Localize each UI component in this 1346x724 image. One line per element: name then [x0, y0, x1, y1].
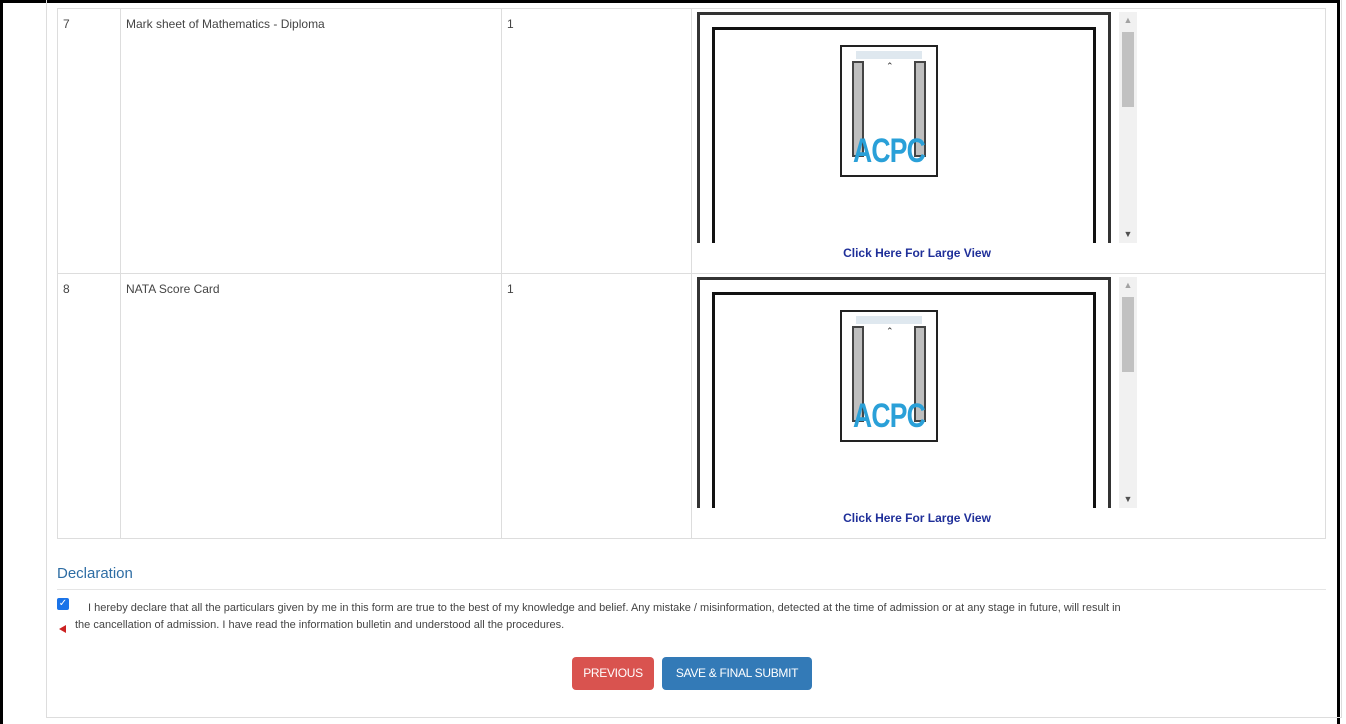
checkbox-checked-icon[interactable]: ✓ [57, 598, 69, 610]
declaration-text-line2: the cancellation of admission. I have re… [75, 619, 565, 631]
table-row: 7 Mark sheet of Mathematics - Diploma 1 … [57, 8, 1326, 274]
sr-no-cell: 8 [57, 273, 121, 539]
declaration-heading: Declaration [57, 565, 133, 582]
document-preview-frame[interactable]: ⌃ ACPC ▲ ▼ [697, 277, 1138, 508]
document-preview-frame[interactable]: ⌃ ACPC ▲ ▼ [697, 12, 1138, 243]
declaration-text-line1: I hereby declare that all the particular… [88, 602, 1121, 614]
preview-scrollbar[interactable]: ▲ ▼ [1119, 12, 1137, 243]
red-triangle-icon [59, 625, 66, 633]
large-view-link[interactable]: Click Here For Large View [692, 511, 1142, 525]
document-name-cell: Mark sheet of Mathematics - Diploma [120, 8, 502, 274]
document-count-cell: 1 [501, 8, 692, 274]
logo-text: ACPC [852, 132, 926, 170]
document-name-cell: NATA Score Card [120, 273, 502, 539]
logo-text: ACPC [852, 397, 926, 435]
declaration-text: I hereby declare that all the particular… [75, 600, 1328, 634]
preview-scrollbar[interactable]: ▲ ▼ [1119, 277, 1137, 508]
arrow-up-icon[interactable]: ▲ [1119, 12, 1137, 29]
acpc-logo: ⌃ ACPC [840, 310, 938, 442]
sr-no-cell: 7 [57, 8, 121, 274]
documents-table: 7 Mark sheet of Mathematics - Diploma 1 … [57, 8, 1326, 539]
save-final-submit-button[interactable]: SAVE & FINAL SUBMIT [662, 657, 812, 690]
document-count-cell: 1 [501, 273, 692, 539]
scrollbar-thumb[interactable] [1122, 32, 1134, 107]
acpc-logo: ⌃ ACPC [840, 45, 938, 177]
document-preview-cell: ⌃ ACPC ▲ ▼ Click Here For Large View [691, 273, 1326, 539]
arrow-down-icon[interactable]: ▼ [1119, 491, 1137, 508]
large-view-link[interactable]: Click Here For Large View [692, 246, 1142, 260]
arrow-down-icon[interactable]: ▼ [1119, 226, 1137, 243]
previous-button[interactable]: PREVIOUS [572, 657, 654, 690]
document-preview-cell: ⌃ ACPC ▲ ▼ Click Here For Large View [691, 8, 1326, 274]
arrow-up-icon[interactable]: ▲ [1119, 277, 1137, 294]
scrollbar-thumb[interactable] [1122, 297, 1134, 372]
table-row: 8 NATA Score Card 1 ⌃ ACPC ▲ ▼ Click Her… [57, 273, 1326, 539]
divider [57, 589, 1326, 590]
